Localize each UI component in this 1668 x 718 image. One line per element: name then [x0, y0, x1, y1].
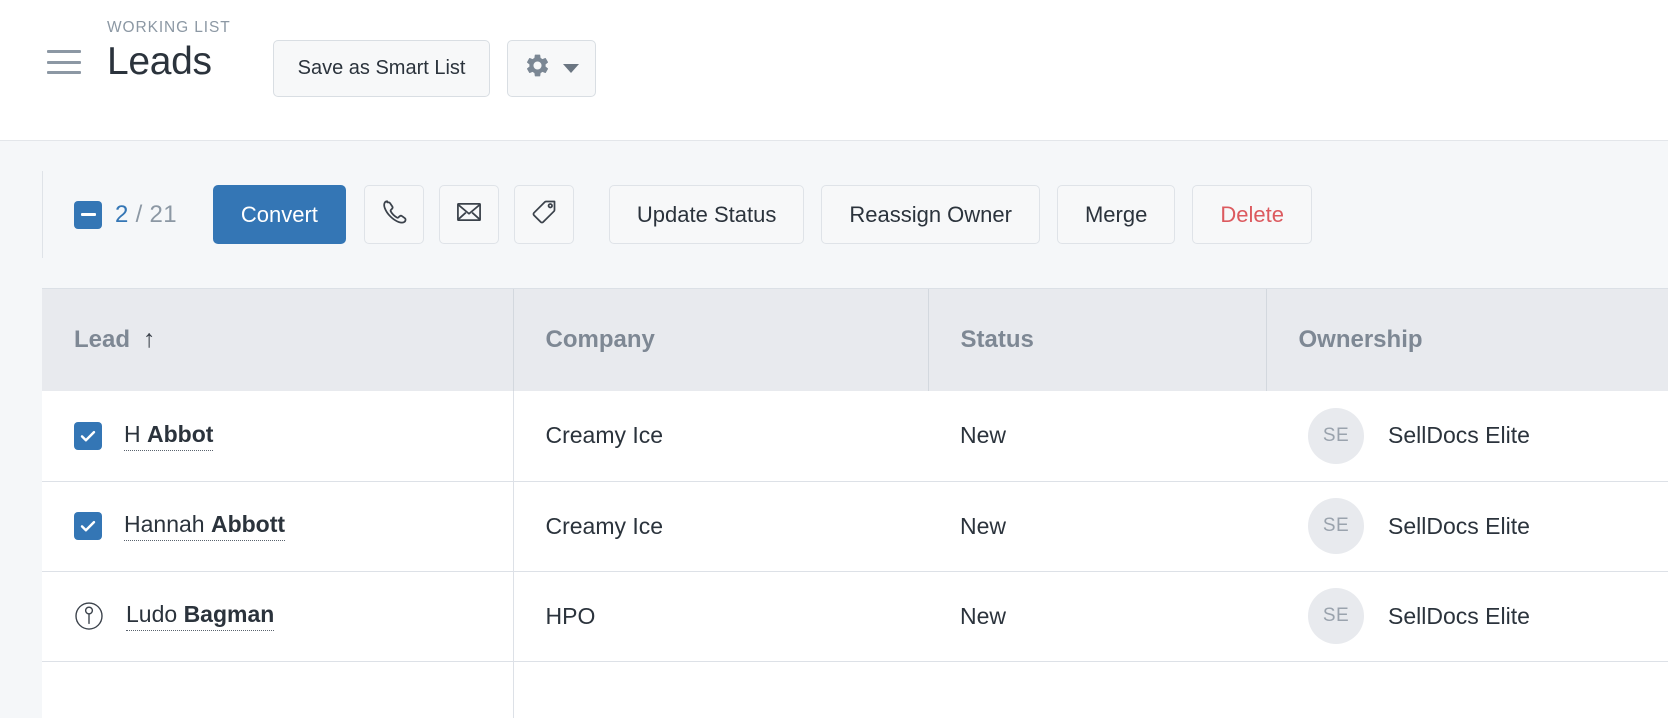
lead-first-name: Ludo: [126, 601, 184, 627]
selected-count: 2: [115, 200, 129, 228]
list-settings-button[interactable]: [507, 40, 597, 97]
cell-lead: [42, 661, 514, 718]
app-header: WORKING LIST Leads Save as Smart List: [0, 0, 1668, 141]
cell-ownership: SE SellDocs Elite: [1266, 481, 1668, 572]
selection-summary: 2 / 21: [74, 200, 177, 229]
cell-status: New: [928, 481, 1266, 572]
avatar: SE: [1308, 498, 1364, 554]
table-row[interactable]: Ludo Bagman HPO New SE SellDocs Elite: [42, 571, 1668, 662]
leads-table: Lead ↑ Company Status Ownership H Abbot …: [42, 289, 1668, 718]
person-avatar-icon: [75, 602, 103, 630]
bulk-action-toolbar: 2 / 21 Convert Update Status Reassign Ow…: [0, 141, 1668, 288]
table-header-row: Lead ↑ Company Status Ownership: [42, 289, 1668, 391]
lead-last-name: Bagman: [183, 601, 275, 627]
table-row[interactable]: [42, 661, 1668, 718]
update-status-button[interactable]: Update Status: [608, 185, 805, 244]
hamburger-bar: [47, 71, 81, 74]
convert-button[interactable]: Convert: [212, 185, 346, 244]
tag-icon: [530, 198, 558, 231]
selection-count: 2 / 21: [115, 201, 177, 229]
lead-link[interactable]: H Abbot: [124, 420, 214, 451]
cell-company: Creamy Ice: [513, 481, 928, 572]
lead-first-name: Hannah: [124, 511, 211, 537]
call-button[interactable]: [363, 185, 424, 244]
cell-lead: Hannah Abbott: [42, 481, 514, 572]
row-checkbox[interactable]: [74, 512, 102, 540]
table-row[interactable]: H Abbot Creamy Ice New SE SellDocs Elite: [42, 391, 1668, 482]
cell-ownership: [1266, 661, 1668, 718]
row-checkbox[interactable]: [74, 601, 104, 631]
column-header-status[interactable]: Status: [928, 289, 1267, 391]
hamburger-bar: [47, 60, 81, 64]
save-as-smart-list-button[interactable]: Save as Smart List: [272, 40, 491, 97]
avatar: SE: [1308, 407, 1364, 464]
cell-status: New: [928, 391, 1266, 482]
email-button[interactable]: [438, 185, 499, 244]
reassign-owner-button[interactable]: Reassign Owner: [821, 185, 1040, 244]
page-title: Leads: [107, 40, 212, 83]
phone-icon: [380, 198, 408, 231]
merge-button[interactable]: Merge: [1056, 185, 1176, 244]
page-title-block: WORKING LIST Leads: [107, 18, 231, 86]
total-count: / 21: [135, 200, 177, 228]
list-body: 2 / 21 Convert Update Status Reassign Ow…: [0, 141, 1668, 718]
owner-name: SellDocs Elite: [1388, 602, 1530, 629]
checkbox-checked-icon: [80, 520, 96, 532]
checkbox-checked-icon: [80, 430, 96, 442]
tag-button[interactable]: [513, 185, 574, 244]
cell-company: [513, 661, 928, 718]
arrow-up-icon: ↑: [143, 324, 156, 353]
lead-link[interactable]: Ludo Bagman: [126, 601, 275, 631]
delete-button[interactable]: Delete: [1192, 185, 1312, 244]
lead-first-name: H: [124, 420, 147, 447]
table-row[interactable]: Hannah Abbott Creamy Ice New SE SellDocs…: [42, 481, 1668, 572]
owner-name: SellDocs Elite: [1388, 422, 1530, 449]
select-all-checkbox[interactable]: [74, 200, 102, 229]
column-header-ownership[interactable]: Ownership: [1266, 289, 1668, 391]
cell-ownership: SE SellDocs Elite: [1266, 391, 1668, 482]
gear-icon: [524, 52, 551, 85]
lead-last-name: Abbott: [210, 511, 286, 537]
toolbar-left-divider: [42, 171, 43, 258]
cell-company: HPO: [513, 571, 928, 662]
cell-company: Creamy Ice: [513, 391, 928, 482]
cell-ownership: SE SellDocs Elite: [1266, 571, 1668, 662]
column-label-lead: Lead: [74, 326, 131, 353]
header-actions: Save as Smart List: [272, 40, 597, 97]
owner-name: SellDocs Elite: [1388, 512, 1530, 539]
column-header-company[interactable]: Company: [513, 289, 929, 391]
cell-lead: Ludo Bagman: [42, 571, 514, 662]
cell-status: [928, 661, 1266, 718]
envelope-icon: [455, 198, 483, 231]
avatar: SE: [1308, 588, 1364, 644]
leads-table-container: Lead ↑ Company Status Ownership H Abbot …: [42, 288, 1668, 718]
list-type-label: WORKING LIST: [107, 19, 231, 36]
row-checkbox[interactable]: [74, 421, 102, 450]
checkbox-indeterminate-icon: [80, 213, 96, 216]
lead-last-name: Abbot: [147, 420, 214, 447]
lead-link[interactable]: Hannah Abbott: [124, 511, 286, 541]
cell-status: New: [928, 571, 1266, 662]
chevron-down-icon: [563, 64, 580, 73]
cell-lead: H Abbot: [42, 391, 514, 482]
column-header-lead[interactable]: Lead ↑: [42, 289, 514, 391]
hamburger-bar: [47, 50, 81, 53]
hamburger-menu-icon[interactable]: [47, 50, 81, 74]
